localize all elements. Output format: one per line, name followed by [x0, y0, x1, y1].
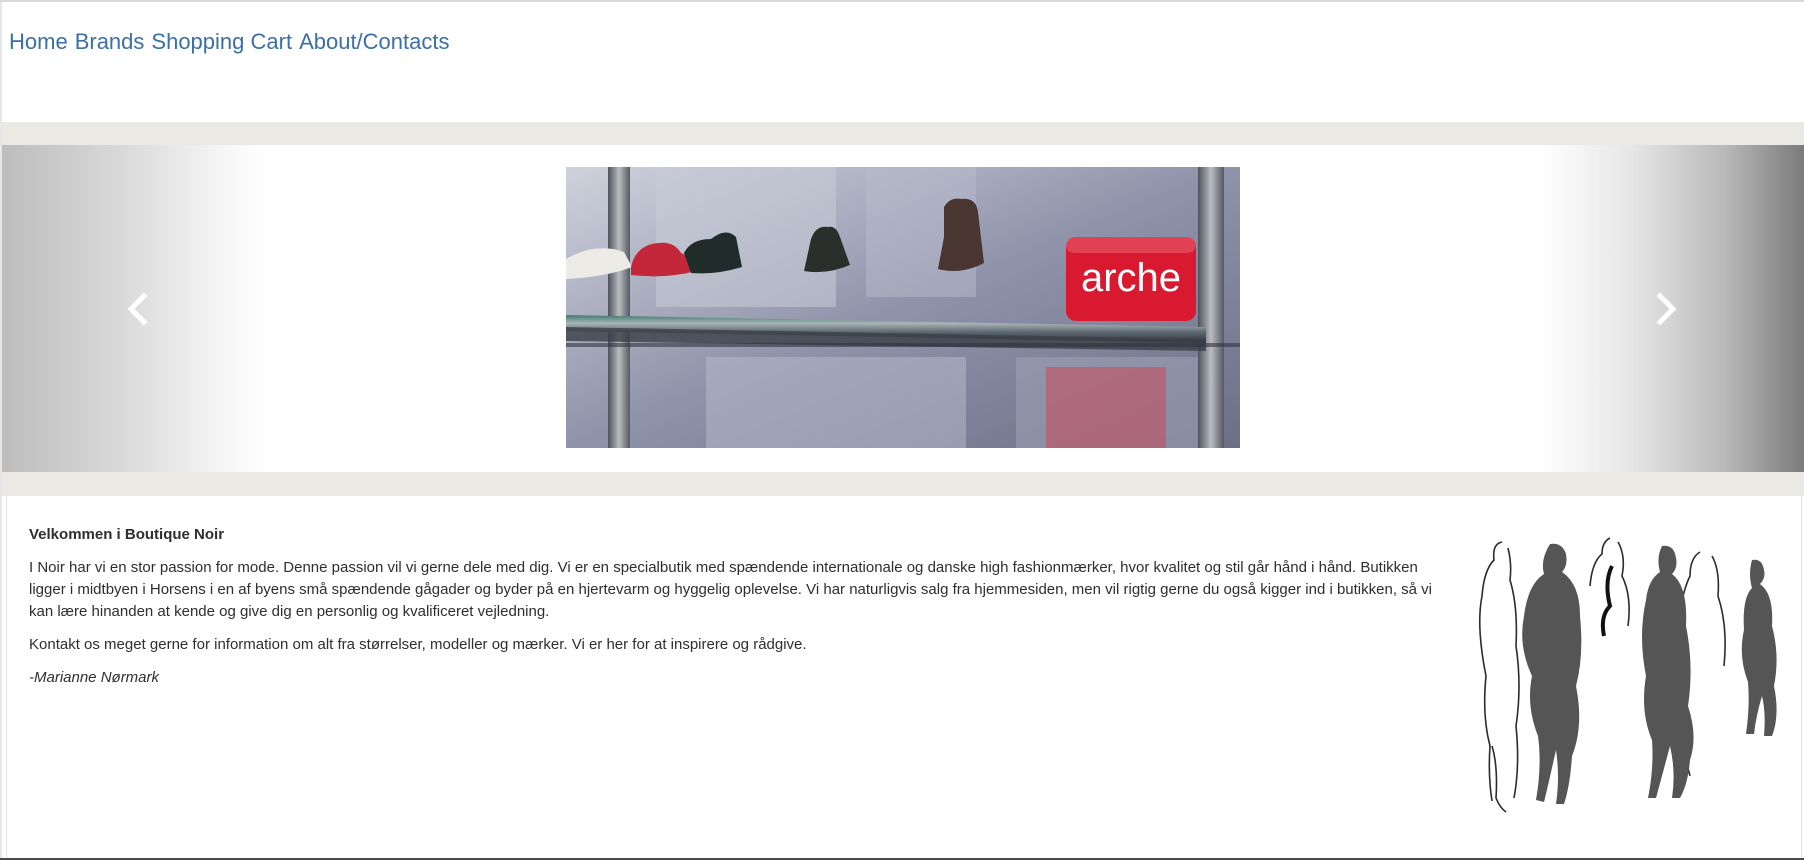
welcome-text: Velkommen i Boutique Noir I Noir har vi …	[29, 524, 1449, 700]
main-nav: Home Brands Shopping Cart About/Contacts	[9, 27, 450, 57]
carousel-slide-image: arche	[566, 167, 1240, 448]
slide-brand-sign: arche	[1081, 256, 1181, 300]
nav-brands-link[interactable]: Brands	[75, 29, 145, 55]
carousel-prev-control[interactable]	[2, 145, 267, 472]
welcome-paragraph-1: I Noir har vi en stor passion for mode. …	[29, 559, 1432, 620]
nav-shopping-cart-link[interactable]: Shopping Cart	[151, 29, 292, 55]
carousel-next-control[interactable]	[1539, 145, 1804, 472]
welcome-heading: Velkommen i Boutique Noir	[29, 526, 225, 543]
welcome-signature: -Marianne Nørmark	[29, 669, 160, 686]
welcome-panel: Velkommen i Boutique Noir I Noir har vi …	[6, 496, 1802, 858]
nav-about-contacts-link[interactable]: About/Contacts	[299, 29, 449, 55]
top-divider	[0, 0, 1804, 2]
fashion-silhouettes-illustration	[1478, 537, 1777, 813]
page: Home Brands Shopping Cart About/Contacts	[0, 0, 1804, 860]
chevron-right-icon	[1656, 292, 1677, 326]
welcome-paragraph-2: Kontakt os meget gerne for information o…	[29, 636, 807, 653]
chevron-left-icon	[127, 292, 148, 326]
image-carousel: arche	[2, 145, 1804, 472]
nav-home-link[interactable]: Home	[9, 29, 68, 55]
